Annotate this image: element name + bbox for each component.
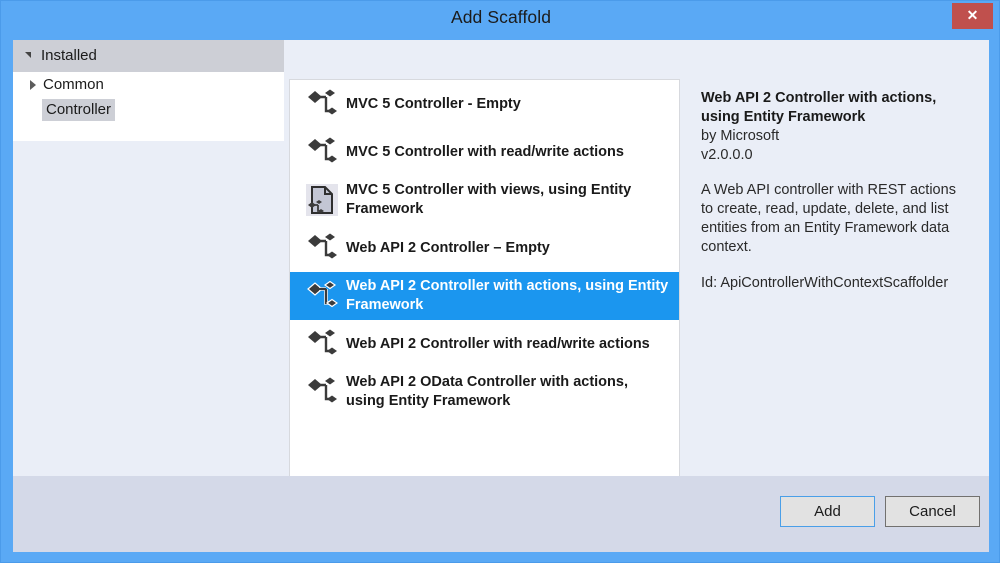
list-item[interactable]: Web API 2 Controller – Empty bbox=[290, 224, 679, 272]
sidebar-item-common[interactable]: Common bbox=[13, 72, 284, 97]
dialog-title: Add Scaffold bbox=[450, 7, 552, 27]
detail-description: A Web API controller with REST actions t… bbox=[701, 182, 956, 255]
sidebar-item-label: Common bbox=[43, 76, 104, 93]
dialog-footer: Add Cancel bbox=[13, 476, 989, 552]
detail-title: Web API 2 Controller with actions, using… bbox=[701, 90, 937, 125]
list-item-label: Web API 2 Controller – Empty bbox=[346, 239, 550, 256]
list-item[interactable]: Web API 2 OData Controller with actions,… bbox=[290, 368, 679, 416]
list-item[interactable]: MVC 5 Controller with views, using Entit… bbox=[290, 176, 679, 224]
add-scaffold-dialog: Add Scaffold ✕ Installed Common Controll… bbox=[0, 0, 1000, 563]
sidebar-item-controller[interactable]: Controller bbox=[13, 97, 284, 122]
scaffold-list[interactable]: MVC 5 Controller - Empty MVC 5 Controlle… bbox=[289, 79, 680, 477]
chevron-right-icon[interactable] bbox=[30, 80, 36, 90]
add-button[interactable]: Add bbox=[780, 496, 875, 527]
detail-id: Id: ApiControllerWithContextScaffolder bbox=[701, 275, 949, 291]
sidebar-item-label: Controller bbox=[42, 99, 116, 121]
controller-node-icon bbox=[300, 229, 344, 267]
list-item-label: Web API 2 OData Controller with actions,… bbox=[346, 374, 628, 409]
list-item[interactable]: MVC 5 Controller with read/write actions bbox=[290, 128, 679, 176]
detail-version: v2.0.0.0 bbox=[701, 147, 753, 163]
close-button[interactable]: ✕ bbox=[952, 3, 993, 29]
list-item-label: Web API 2 Controller with read/write act… bbox=[346, 335, 650, 352]
list-item-label: MVC 5 Controller - Empty bbox=[346, 95, 521, 112]
sidebar-header[interactable]: Installed bbox=[13, 40, 284, 72]
collapse-triangle-icon[interactable] bbox=[25, 52, 31, 58]
detail-panel: Web API 2 Controller with actions, using… bbox=[691, 79, 977, 477]
controller-node-icon bbox=[300, 277, 344, 315]
controller-node-icon bbox=[300, 325, 344, 363]
list-item-label: MVC 5 Controller with read/write actions bbox=[346, 143, 624, 160]
controller-node-icon bbox=[300, 373, 344, 411]
cancel-button[interactable]: Cancel bbox=[885, 496, 980, 527]
detail-author: by Microsoft bbox=[701, 128, 780, 144]
controller-node-icon bbox=[300, 133, 344, 171]
close-icon: ✕ bbox=[966, 7, 979, 23]
sidebar-header-label: Installed bbox=[41, 47, 97, 64]
controller-node-icon bbox=[300, 85, 344, 123]
title-bar: Add Scaffold ✕ bbox=[1, 1, 1000, 34]
controller-page-icon bbox=[300, 181, 344, 219]
list-item-selected[interactable]: Web API 2 Controller with actions, using… bbox=[290, 272, 679, 320]
dialog-content: Installed Common Controller MVC 5 Contro… bbox=[13, 40, 989, 552]
list-item-label: MVC 5 Controller with views, using Entit… bbox=[346, 182, 632, 217]
list-item[interactable]: MVC 5 Controller - Empty bbox=[290, 80, 679, 128]
sidebar-tree: Common Controller bbox=[13, 72, 284, 122]
list-item-label: Web API 2 Controller with actions, using… bbox=[346, 278, 669, 313]
list-item[interactable]: Web API 2 Controller with read/write act… bbox=[290, 320, 679, 368]
sidebar: Installed Common Controller bbox=[13, 40, 284, 141]
